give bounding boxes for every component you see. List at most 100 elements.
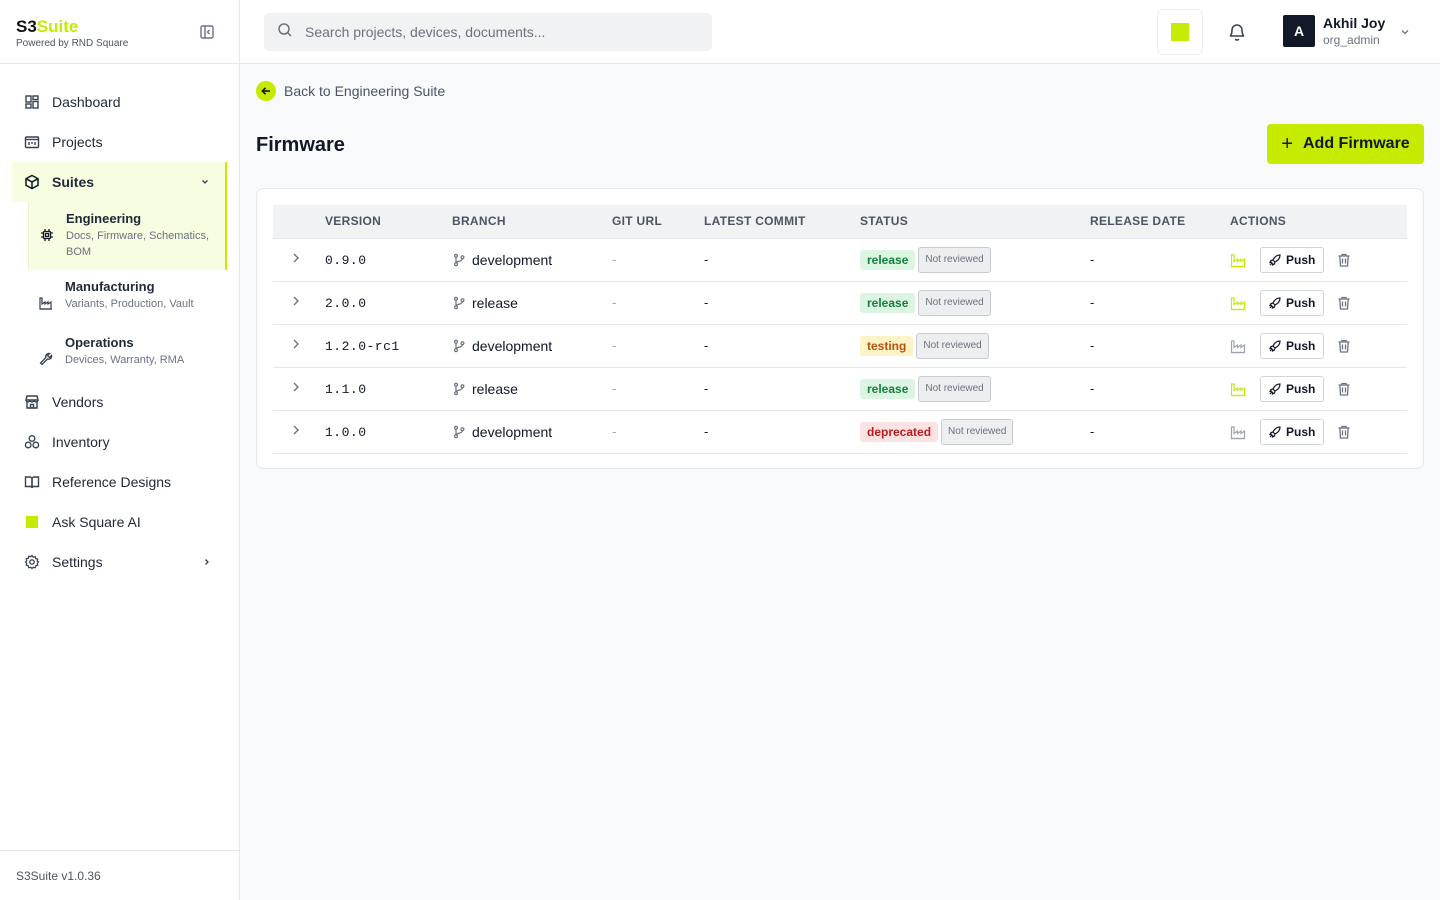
add-firmware-button[interactable]: + Add Firmware [1267,124,1424,164]
status-badge: release [860,292,916,313]
column-header-version[interactable]: Version [325,205,452,239]
factory-production-icon[interactable] [1230,338,1246,354]
firmware-version: 2.0.0 [325,295,367,311]
firmware-latest-commit: - [704,338,709,353]
firmware-git-url: - [612,338,617,353]
user-menu[interactable]: A Akhil Joy org_admin [1283,14,1411,48]
factory-production-icon[interactable] [1230,381,1246,397]
boxes-icon [24,434,40,450]
review-status-badge: Not reviewed [918,246,991,273]
square-ai-icon [24,514,40,530]
sidebar-item-label: Projects [52,134,103,150]
chevron-right-icon[interactable] [289,425,303,440]
square-ai-icon [1171,23,1189,41]
firmware-git-url: - [612,381,617,396]
table-row[interactable]: 0.9.0 development - - release Not reviewe… [273,238,1407,282]
chevron-right-icon[interactable] [289,253,303,268]
chevron-right-icon[interactable] [289,339,303,354]
sidebar-nav: Dashboard Projects Suites Engineering Do… [0,64,239,582]
push-label: Push [1286,295,1316,310]
user-role: org_admin [1323,33,1380,47]
table-row[interactable]: 1.0.0 development - - deprecated Not revi… [273,410,1407,454]
sidebar-collapse-icon[interactable] [199,24,215,40]
search-bar[interactable] [264,13,712,51]
rocket-icon [1268,339,1281,352]
sidebar-item-inventory[interactable]: Inventory [12,422,227,462]
suite-desc: Docs, Firmware, Schematics, BOM [66,230,210,258]
chevron-right-icon[interactable] [289,382,303,397]
rocket-icon [1268,382,1281,395]
suite-item-manufacturing[interactable]: Manufacturing Variants, Production, Vaul… [28,270,227,326]
firmware-branch: development [472,423,553,440]
sidebar-item-label: Vendors [52,394,104,410]
factory-production-icon[interactable] [1230,424,1246,440]
table-row[interactable]: 2.0.0 release - - release Not reviewed - … [273,281,1407,325]
store-icon [24,394,40,410]
firmware-release-date: - [1090,295,1095,310]
firmware-branch: development [472,337,553,354]
status-badge: release [860,249,916,270]
table-row[interactable]: 1.1.0 release - - release Not reviewed - … [273,367,1407,411]
column-header-git-url[interactable]: Git URL [612,205,704,239]
push-button[interactable]: Push [1260,332,1325,359]
push-button[interactable]: Push [1260,418,1325,445]
git-branch-icon [452,382,466,396]
push-button[interactable]: Push [1260,289,1325,316]
push-button[interactable]: Push [1260,375,1325,402]
column-header-release-date[interactable]: Release Date [1090,205,1230,239]
sidebar-item-suites[interactable]: Suites [12,162,227,202]
firmware-latest-commit: - [704,424,709,439]
sidebar-item-ask-square-ai[interactable]: Ask Square AI [12,502,227,542]
chevron-down-icon [1399,25,1411,37]
brand-logo[interactable]: S3Suite [16,17,223,37]
ask-square-ai-button[interactable] [1157,9,1203,55]
firmware-git-url: - [612,252,617,267]
suite-item-operations[interactable]: Operations Devices, Warranty, RMA [28,326,227,382]
sidebar-item-projects[interactable]: Projects [12,122,227,162]
brand-subtitle: Powered by RND Square [16,38,129,49]
status-badge: testing [860,335,914,356]
rocket-icon [1268,296,1281,309]
trash-icon[interactable] [1336,295,1352,311]
column-header-branch[interactable]: Branch [452,205,612,239]
back-link[interactable]: Back to Engineering Suite [256,81,445,101]
app-version: S3Suite v1.0.36 [0,850,239,900]
trash-icon[interactable] [1336,424,1352,440]
trash-icon[interactable] [1336,252,1352,268]
sidebar-item-vendors[interactable]: Vendors [12,382,227,422]
sidebar-item-label: Reference Designs [52,474,172,490]
sidebar-item-dashboard[interactable]: Dashboard [12,82,227,122]
firmware-table-card: Version Branch Git URL Latest Commit Sta… [256,188,1424,469]
column-header-latest-commit[interactable]: Latest Commit [704,205,860,239]
firmware-git-url: - [612,295,617,310]
factory-production-icon[interactable] [1230,295,1246,311]
trash-icon[interactable] [1336,338,1352,354]
git-branch-icon [452,296,466,310]
push-label: Push [1286,338,1316,353]
firmware-version: 1.1.0 [325,381,367,397]
firmware-branch: release [472,294,518,311]
table-row[interactable]: 1.2.0-rc1 development - - testing Not rev… [273,324,1407,368]
suite-item-engineering[interactable]: Engineering Docs, Firmware, Schematics, … [28,202,227,270]
rocket-icon [1268,253,1281,266]
status-badge: deprecated [860,421,939,442]
dashboard-icon [24,94,40,110]
sidebar-item-reference-designs[interactable]: Reference Designs [12,462,227,502]
bell-icon[interactable] [1227,22,1247,42]
suite-title: Operations [65,335,134,350]
push-button[interactable]: Push [1260,246,1325,273]
chevron-right-icon[interactable] [289,296,303,311]
trash-icon[interactable] [1336,381,1352,397]
table-header-row: Version Branch Git URL Latest Commit Sta… [273,205,1407,239]
factory-production-icon[interactable] [1230,252,1246,268]
page-title: Firmware [256,134,345,156]
book-icon [24,474,40,490]
firmware-git-url: - [612,424,617,439]
chip-icon [40,228,54,242]
search-input[interactable] [305,24,685,40]
arrow-left-icon [256,81,276,101]
column-header-status[interactable]: Status [860,205,1090,239]
git-branch-icon [452,339,466,353]
firmware-release-date: - [1090,424,1095,439]
sidebar-item-settings[interactable]: Settings [12,542,227,582]
